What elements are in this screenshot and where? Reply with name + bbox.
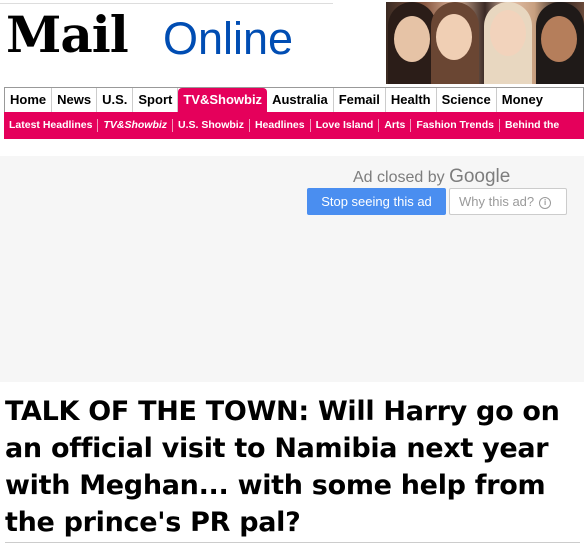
secondary-nav: Latest Headlines TV&Showbiz U.S. Showbiz… <box>4 112 584 139</box>
ad-slot: Ad closed by Google Stop seeing this ad … <box>0 156 584 382</box>
celebrity-face <box>541 16 577 62</box>
nav-femail[interactable]: Femail <box>334 88 386 112</box>
nav-australia[interactable]: Australia <box>267 88 334 112</box>
article-headline[interactable]: TALK OF THE TOWN: Will Harry go on an of… <box>5 393 580 541</box>
why-this-ad-button[interactable]: Why this ad? i <box>449 188 567 215</box>
stop-seeing-ad-button[interactable]: Stop seeing this ad <box>307 188 446 215</box>
info-icon: i <box>539 197 552 209</box>
nav-us[interactable]: U.S. <box>97 88 134 112</box>
ad-closed-text: Ad closed by <box>353 169 445 186</box>
logo-online[interactable]: Online <box>163 16 293 61</box>
nav-money[interactable]: Money <box>497 88 548 112</box>
subnav-arts[interactable]: Arts <box>379 119 412 132</box>
subnav-tv-showbiz[interactable]: TV&Showbiz <box>98 119 174 132</box>
celebrity-banner-image[interactable] <box>386 2 584 84</box>
nav-tv-showbiz[interactable]: TV&Showbiz <box>178 88 268 112</box>
google-wordmark: Google <box>449 166 511 187</box>
nav-home[interactable]: Home <box>5 88 53 112</box>
celebrity-face <box>436 14 472 60</box>
nav-science[interactable]: Science <box>437 88 497 112</box>
subnav-fashion-trends[interactable]: Fashion Trends <box>411 119 500 132</box>
celebrity-face <box>490 10 526 56</box>
masthead: Mail Online <box>0 0 584 86</box>
top-divider <box>0 3 333 4</box>
primary-nav: Home News U.S. Sport TV&Showbiz Australi… <box>4 87 584 112</box>
subnav-us-showbiz[interactable]: U.S. Showbiz <box>173 119 250 132</box>
subnav-latest-headlines[interactable]: Latest Headlines <box>4 119 99 132</box>
subnav-headlines[interactable]: Headlines <box>250 119 311 132</box>
subnav-love-island[interactable]: Love Island <box>311 119 380 132</box>
nav-health[interactable]: Health <box>386 88 437 112</box>
ad-closed-notice: Ad closed by Google <box>353 166 510 188</box>
subnav-behind-the[interactable]: Behind the <box>500 119 564 132</box>
nav-sport[interactable]: Sport <box>133 88 179 112</box>
logo-mail[interactable]: Mail <box>6 10 129 60</box>
headline-divider <box>5 542 580 543</box>
celebrity-face <box>394 16 430 62</box>
why-this-ad-label: Why this ad? <box>459 194 535 209</box>
nav-news[interactable]: News <box>52 88 98 112</box>
